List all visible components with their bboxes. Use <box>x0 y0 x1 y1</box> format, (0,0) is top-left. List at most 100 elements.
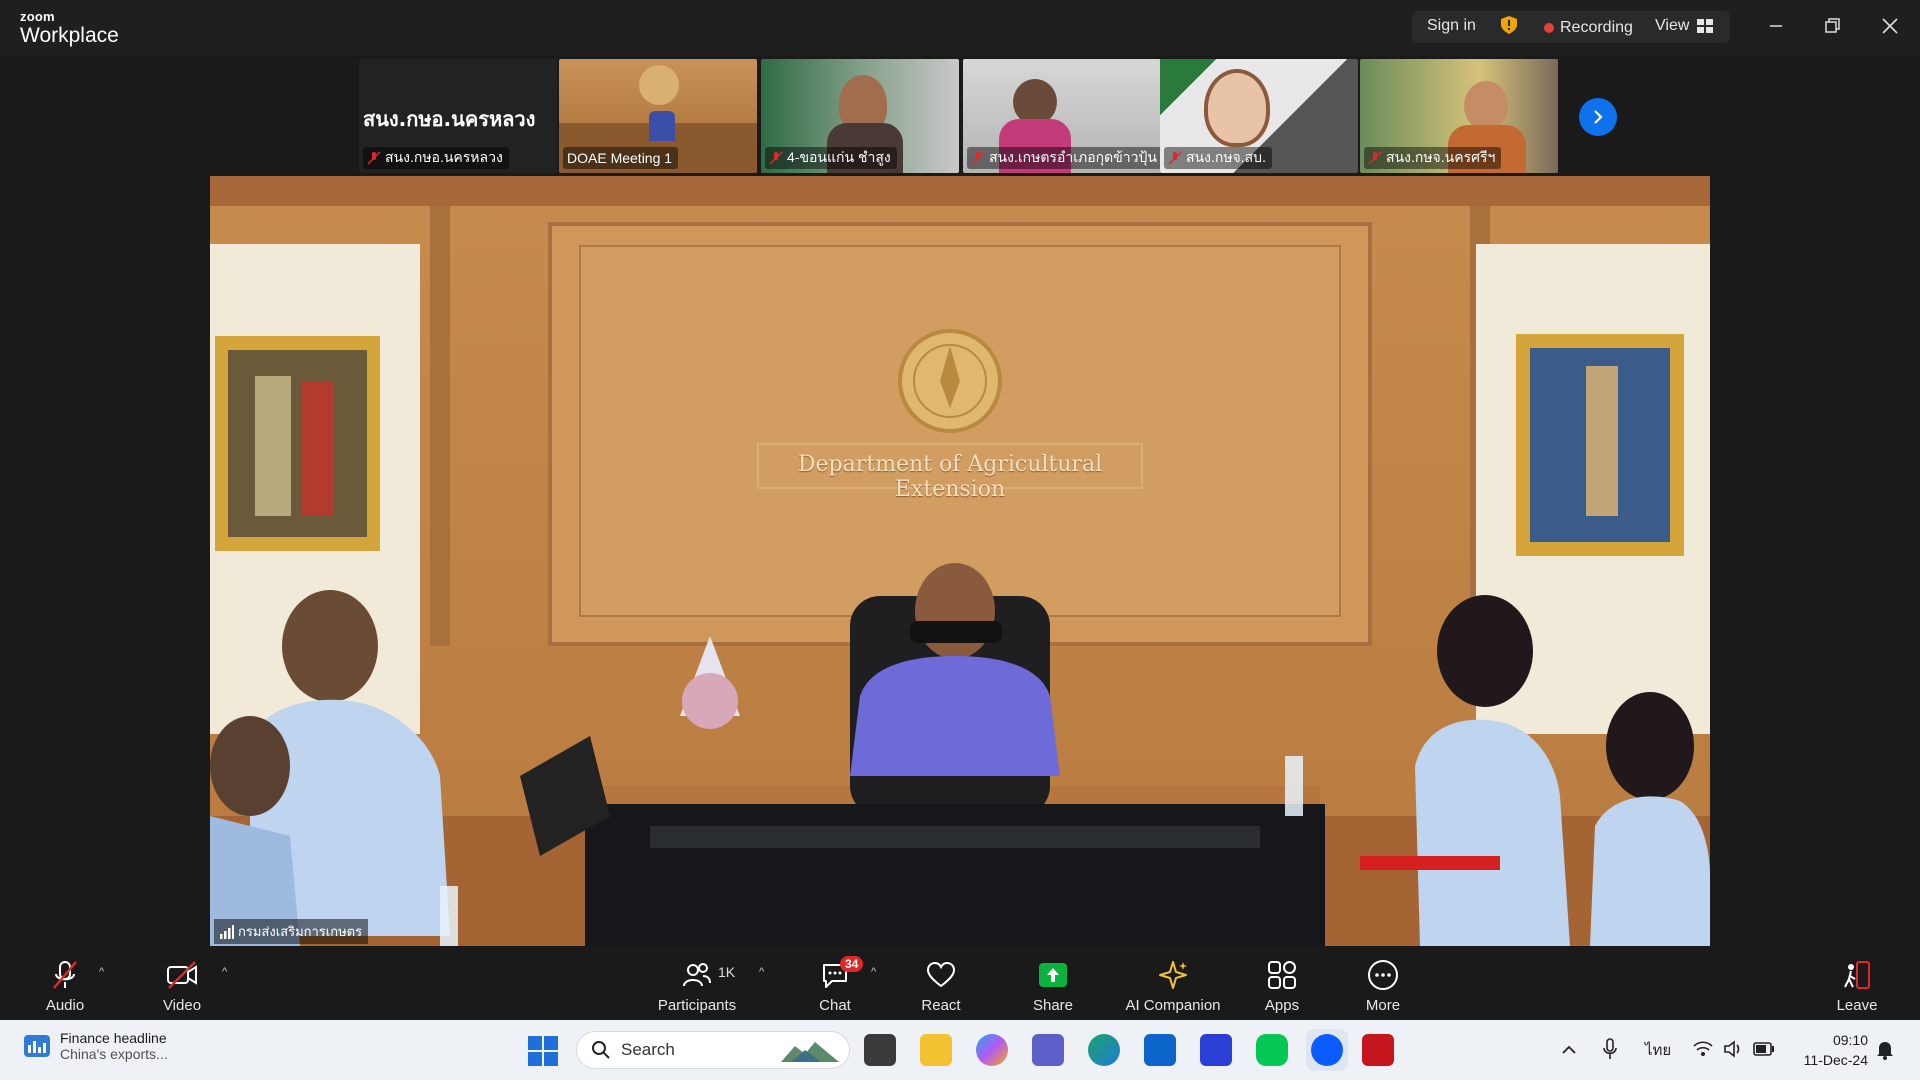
minimize-icon[interactable] <box>1764 14 1788 38</box>
participant-name: สนง.กษจ.สบ. <box>1186 149 1266 165</box>
chat-label: Chat <box>819 997 851 1014</box>
wifi-icon[interactable] <box>1693 1040 1713 1058</box>
react-label: React <box>921 997 961 1014</box>
participant-name: สนง.เกษตรอำเภอกุดข้าวปุ้น <box>989 149 1157 165</box>
meeting-toolbar: Audio ^ Video ^ Participants 1K ^ Chat 3… <box>0 946 1920 1020</box>
wall-sign-text: Department of Agricultural Extension <box>797 452 1103 502</box>
chevron-up-icon[interactable] <box>1561 1042 1577 1058</box>
apps-icon <box>1268 961 1296 989</box>
next-page-button[interactable] <box>1579 98 1617 136</box>
volume-icon[interactable] <box>1723 1040 1743 1058</box>
participants-options-caret[interactable]: ^ <box>759 966 764 978</box>
participant-name-tag: สนง.กษจ.นครศรีฯ <box>1364 147 1502 169</box>
chevron-right-icon <box>1594 110 1603 124</box>
more-button[interactable]: More <box>1362 946 1404 1020</box>
widget-title: Finance headline <box>60 1030 167 1046</box>
news-widget[interactable]: Finance headline China's exports... <box>24 1030 168 1062</box>
chat-options-caret[interactable]: ^ <box>871 966 876 978</box>
outlook-icon[interactable] <box>1144 1034 1176 1066</box>
main-participant-name: กรมส่งเสริมการเกษตร <box>238 924 363 939</box>
participants-label: Participants <box>657 997 737 1014</box>
video-off-icon <box>167 961 197 989</box>
main-video: Department of Agricultural Extension กรม… <box>210 176 1710 946</box>
participant-thumbnail[interactable]: 4-ขอนแก่น ชำสูง <box>761 59 959 173</box>
video-label: Video <box>162 997 202 1014</box>
task-view-icon[interactable] <box>864 1034 896 1066</box>
acrobat-icon[interactable] <box>1362 1034 1394 1066</box>
participant-thumbnail-strip: สนง.กษอ.นครหลวง สนง.กษอ.นครหลวง DOAE Mee… <box>359 59 1561 173</box>
participants-count: 1K <box>718 964 736 980</box>
react-button[interactable]: React <box>916 946 966 1020</box>
signal-bars-icon <box>220 924 234 939</box>
thumbnail-avatar <box>1204 69 1270 147</box>
more-label: More <box>1365 997 1401 1014</box>
audio-options-caret[interactable]: ^ <box>99 966 104 978</box>
thumbnail-person <box>1464 81 1508 131</box>
apps-button[interactable]: Apps <box>1262 946 1302 1020</box>
ai-companion-button[interactable]: AI Companion <box>1120 946 1226 1020</box>
participant-thumbnail[interactable]: สนง.กษจ.สบ. <box>1160 59 1358 173</box>
participant-thumbnail[interactable]: สนง.กษจ.นครศรีฯ <box>1360 59 1558 173</box>
shield-icon[interactable] <box>1501 16 1517 34</box>
apps-label: Apps <box>1264 997 1300 1014</box>
taskbar-search[interactable]: Search <box>576 1031 850 1069</box>
view-button[interactable]: View <box>1655 17 1714 35</box>
line-icon[interactable] <box>1256 1034 1288 1066</box>
mic-muted-icon <box>1168 151 1182 165</box>
widget-subtitle: China's exports... <box>60 1046 168 1062</box>
teams-icon[interactable] <box>1032 1034 1064 1066</box>
file-explorer-icon[interactable] <box>920 1034 952 1066</box>
close-icon[interactable] <box>1878 14 1902 38</box>
sparkle-icon <box>1159 961 1187 989</box>
participant-thumbnail[interactable]: สนง.เกษตรอำเภอกุดข้าวปุ้น <box>963 59 1161 173</box>
edge-icon[interactable] <box>1088 1034 1120 1066</box>
audio-button[interactable]: Audio <box>40 946 90 1020</box>
news-icon <box>24 1035 50 1057</box>
participants-button[interactable]: Participants <box>652 946 742 1020</box>
windows-taskbar: Finance headline China's exports... Sear… <box>0 1020 1920 1080</box>
participant-name: สนง.กษอ.นครหลวง <box>385 149 503 165</box>
zoom-icon <box>1311 1034 1343 1066</box>
heart-icon <box>926 961 956 988</box>
participant-banner-text: สนง.กษอ.นครหลวง <box>363 107 536 131</box>
recording-indicator[interactable]: Recording <box>1544 19 1633 37</box>
ai-companion-label: AI Companion <box>1125 997 1221 1014</box>
copilot-icon[interactable] <box>976 1034 1008 1066</box>
participant-thumbnail[interactable]: สนง.กษอ.นครหลวง สนง.กษอ.นครหลวง <box>359 59 557 173</box>
app-icon[interactable] <box>1200 1034 1232 1066</box>
video-button[interactable]: Video <box>158 946 206 1020</box>
participant-name: 4-ขอนแก่น ชำสูง <box>787 149 891 165</box>
taskbar-clock[interactable]: 09:10 11-Dec-24 <box>1790 1030 1868 1070</box>
participant-name-tag: 4-ขอนแก่น ชำสูง <box>765 147 897 169</box>
search-highlight-icon <box>781 1042 839 1062</box>
language-indicator[interactable]: ไทย <box>1645 1020 1671 1080</box>
meeting-room-scene <box>210 176 1710 946</box>
zoom-logo: zoom Workplace <box>20 10 119 46</box>
sign-in-button[interactable]: Sign in <box>1427 17 1476 35</box>
main-participant-name-tag: กรมส่งเสริมการเกษตร <box>214 919 369 944</box>
participant-thumbnail[interactable]: DOAE Meeting 1 <box>559 59 757 173</box>
chat-unread-badge: 34 <box>840 956 864 972</box>
microphone-icon[interactable] <box>1602 1038 1618 1060</box>
participant-name: DOAE Meeting 1 <box>567 150 673 166</box>
windows-start-icon[interactable] <box>528 1036 558 1066</box>
clock-time: 09:10 <box>1832 1032 1868 1048</box>
battery-icon[interactable] <box>1753 1042 1775 1056</box>
mic-muted-icon <box>53 961 77 989</box>
recording-label: Recording <box>1560 19 1633 36</box>
restore-icon[interactable] <box>1820 14 1844 38</box>
logo-big-text: Workplace <box>20 24 119 47</box>
audio-label: Audio <box>45 997 85 1014</box>
grid-view-icon <box>1697 19 1714 33</box>
notification-bell-icon[interactable] <box>1876 1040 1894 1060</box>
video-options-caret[interactable]: ^ <box>222 966 227 978</box>
zoom-taskbar-active[interactable] <box>1306 1029 1348 1071</box>
participant-name: สนง.กษจ.นครศรีฯ <box>1386 149 1496 165</box>
clock-date: 11-Dec-24 <box>1803 1052 1868 1068</box>
more-icon <box>1368 960 1398 990</box>
leave-button[interactable]: Leave <box>1834 946 1880 1020</box>
view-label: View <box>1655 17 1690 34</box>
logo-small-text: zoom <box>20 9 55 24</box>
share-label: Share <box>1032 997 1074 1014</box>
share-button[interactable]: Share <box>1028 946 1078 1020</box>
